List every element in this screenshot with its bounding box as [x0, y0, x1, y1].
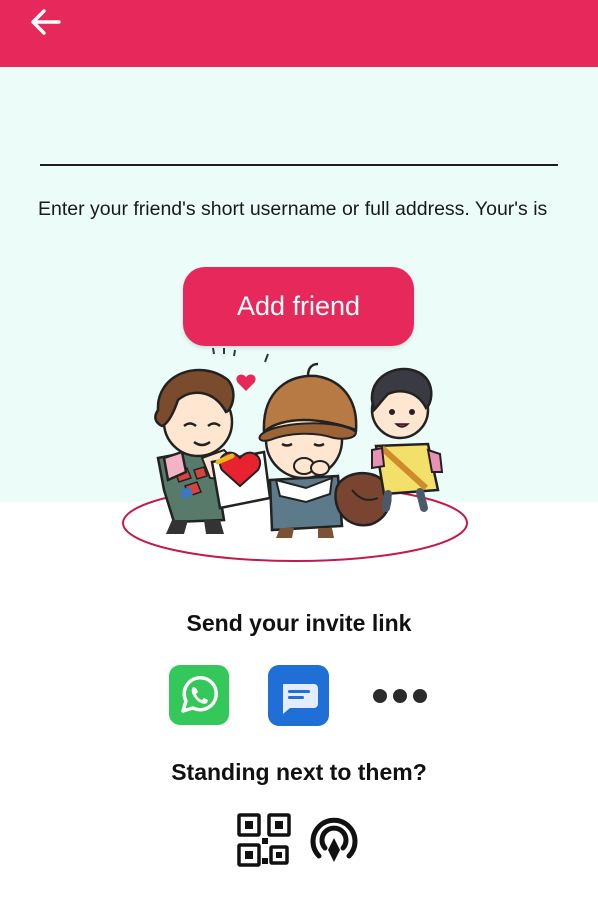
messages-icon [268, 665, 329, 726]
qr-code-icon [237, 813, 291, 867]
whatsapp-icon [169, 665, 229, 725]
qr-code-button[interactable] [236, 812, 292, 868]
friends-illustration [122, 347, 468, 562]
arrow-back-icon [31, 9, 61, 35]
username-input[interactable] [40, 110, 558, 166]
add-friend-button[interactable]: Add friend [183, 267, 414, 346]
nearby-section-title: Standing next to them? [171, 759, 427, 785]
helper-text: Enter your friend's short username or fu… [38, 198, 548, 220]
nearby-share-button[interactable] [305, 810, 363, 868]
nearby-share-icon [310, 817, 358, 862]
app-bar [0, 0, 598, 67]
invite-section-title: Send your invite link [186, 610, 412, 636]
messages-share-button[interactable] [268, 665, 329, 726]
more-share-options-button[interactable] [366, 682, 432, 710]
more-horiz-icon [373, 689, 427, 703]
whatsapp-share-button[interactable] [169, 665, 229, 725]
back-button[interactable] [22, 4, 72, 40]
